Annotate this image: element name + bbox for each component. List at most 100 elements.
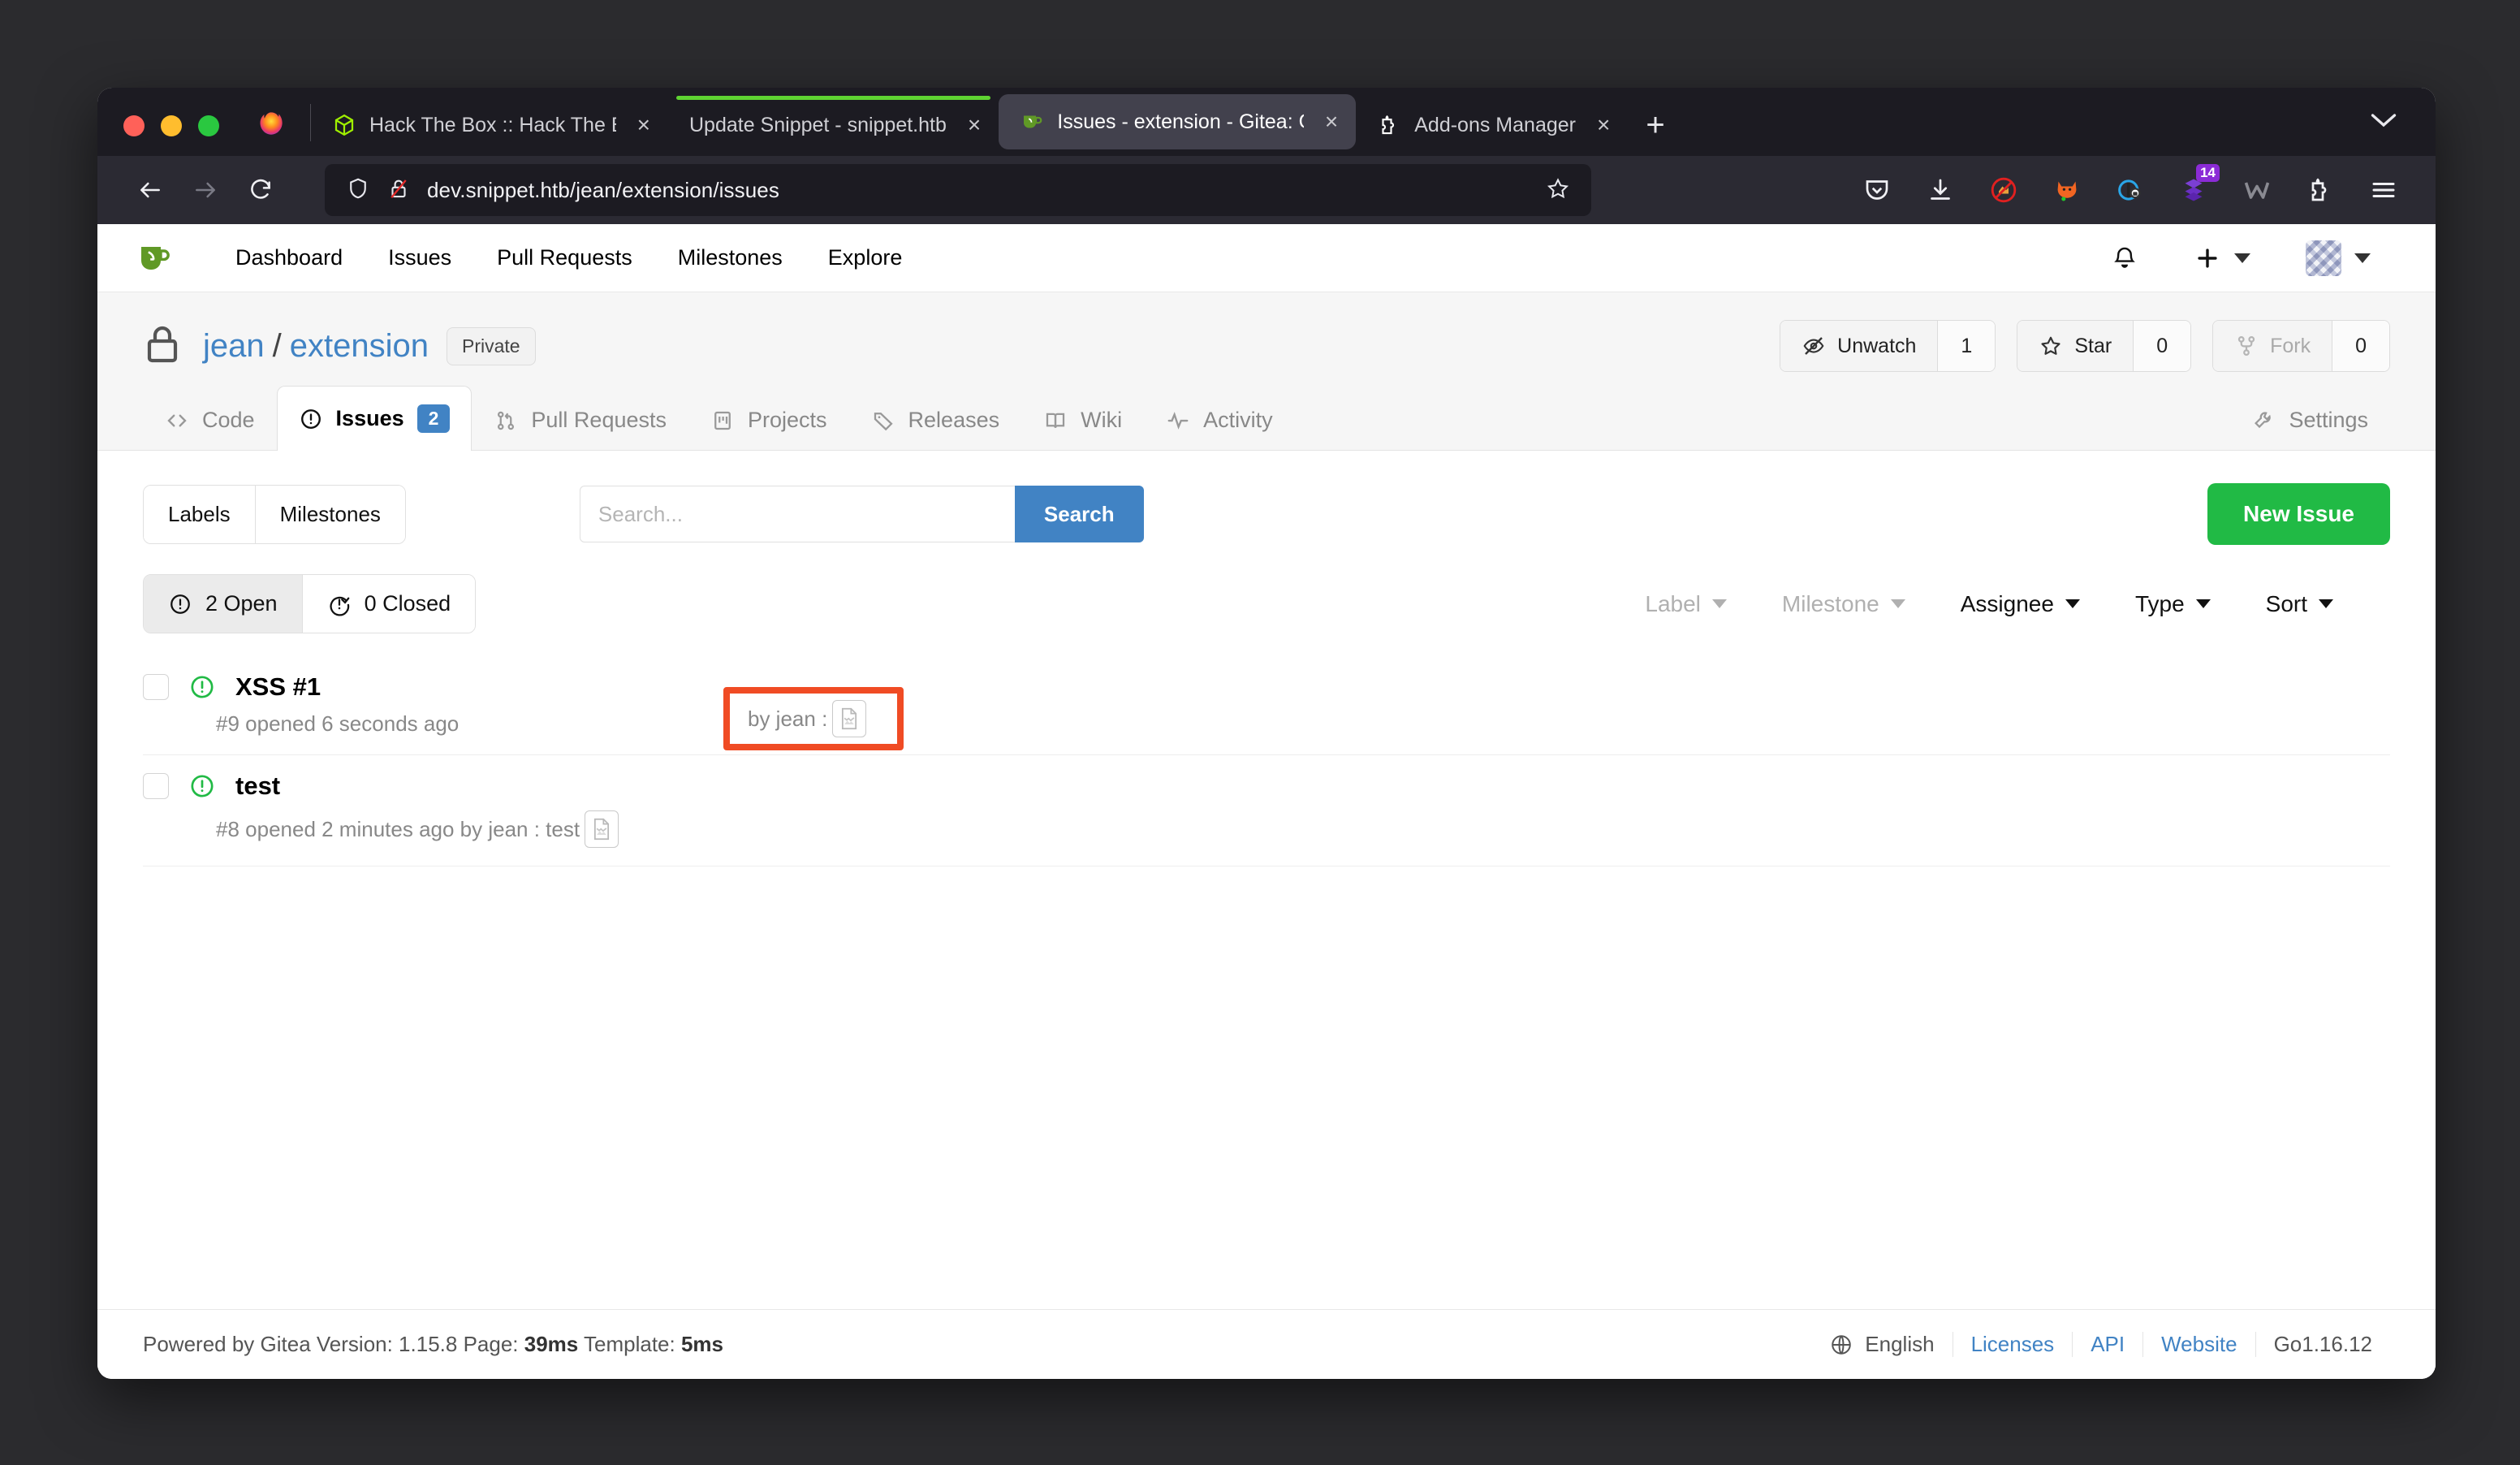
gitea-logo-icon[interactable] xyxy=(135,237,177,279)
shield-icon[interactable] xyxy=(346,176,370,205)
url-text[interactable]: dev.snippet.htb/jean/extension/issues xyxy=(427,178,1530,203)
close-window-button[interactable] xyxy=(123,115,145,136)
user-menu-button[interactable] xyxy=(2278,240,2398,276)
footer-link-licenses[interactable]: Licenses xyxy=(1952,1332,2073,1357)
maximize-window-button[interactable] xyxy=(198,115,219,136)
filter-assignee[interactable]: Assignee xyxy=(1933,591,2108,617)
reload-icon[interactable] xyxy=(235,165,286,215)
gitea-nav-milestones[interactable]: Milestones xyxy=(655,245,805,270)
open-issues-filter[interactable]: 2 Open xyxy=(144,575,302,633)
violentmonkey-icon[interactable]: 14 xyxy=(2177,164,2220,206)
browser-tab-gitea-issues[interactable]: Issues - extension - Gitea: Git wi × xyxy=(999,94,1357,149)
repository-breadcrumb: jean / extension xyxy=(203,328,429,365)
language-selector[interactable]: English xyxy=(1811,1332,1952,1357)
no-adblock-icon[interactable] xyxy=(1987,174,2020,206)
pocket-icon[interactable] xyxy=(1861,174,1893,206)
url-bar[interactable]: dev.snippet.htb/jean/extension/issues xyxy=(325,164,1591,216)
repo-owner-link[interactable]: jean xyxy=(203,328,265,365)
closed-issues-filter[interactable]: 0 Closed xyxy=(301,575,476,633)
unwatch-button[interactable]: Unwatch xyxy=(1780,321,1938,371)
gitea-nav-explore[interactable]: Explore xyxy=(805,245,926,270)
addons-puzzle-icon[interactable] xyxy=(2304,174,2337,206)
labels-button[interactable]: Labels xyxy=(144,485,255,543)
close-tab-button[interactable]: × xyxy=(1325,110,1338,133)
create-new-button[interactable] xyxy=(2166,244,2278,272)
repo-tab-issues[interactable]: Issues 2 xyxy=(276,386,472,451)
issue-meta-text: #9 opened 6 seconds ago xyxy=(216,711,460,736)
browser-tab-update-snippet[interactable]: Update Snippet - snippet.htb × xyxy=(668,94,999,156)
issue-list-item[interactable]: test #8 opened 2 minutes ago by jean : t… xyxy=(143,755,2390,866)
footer-link-website[interactable]: Website xyxy=(2142,1332,2255,1357)
back-arrow-icon[interactable] xyxy=(125,165,175,215)
issue-title-row: test xyxy=(143,771,2390,801)
foxyproxy-icon[interactable] xyxy=(2051,174,2083,206)
chevron-down-icon xyxy=(2195,599,2211,608)
repo-tab-wiki[interactable]: Wiki xyxy=(1021,389,1144,451)
unwatch-label: Unwatch xyxy=(1837,334,1917,357)
fork-button-group[interactable]: Fork 0 xyxy=(2212,320,2390,372)
search-button[interactable]: Search xyxy=(1014,486,1144,542)
watch-button-group[interactable]: Unwatch 1 xyxy=(1780,320,1996,372)
download-icon[interactable] xyxy=(1924,174,1957,206)
broken-image-icon xyxy=(585,810,619,848)
gitea-nav-pull-requests[interactable]: Pull Requests xyxy=(474,245,655,270)
repo-name-link[interactable]: extension xyxy=(290,328,429,365)
issue-meta: #9 opened 6 seconds ago xyxy=(216,711,2390,737)
filter-type[interactable]: Type xyxy=(2108,591,2238,617)
browser-tab-hackthebox[interactable]: Hack The Box :: Hack The Box × xyxy=(311,94,668,156)
fork-button[interactable]: Fork xyxy=(2213,321,2332,371)
issue-opened-icon xyxy=(188,772,216,800)
notifications-bell-icon[interactable] xyxy=(2083,244,2166,272)
visibility-badge: Private xyxy=(446,326,536,365)
repo-tab-pull-requests[interactable]: Pull Requests xyxy=(472,389,688,451)
star-count[interactable]: 0 xyxy=(2133,321,2191,371)
close-tab-button[interactable]: × xyxy=(968,114,981,136)
star-button[interactable]: Star xyxy=(2017,321,2134,371)
watch-count[interactable]: 1 xyxy=(1937,321,1996,371)
menu-icon[interactable] xyxy=(2367,174,2400,206)
bookmark-star-icon[interactable] xyxy=(1546,176,1570,205)
issue-list-item[interactable]: XSS #1 #9 opened 6 seconds ago by jean : xyxy=(143,656,2390,755)
filter-label[interactable]: Label xyxy=(1617,591,1754,617)
repo-tab-projects[interactable]: Projects xyxy=(688,389,849,451)
browser-tab-title: Add-ons Manager xyxy=(1414,113,1576,136)
fork-count[interactable]: 0 xyxy=(2332,321,2389,371)
repo-tab-label: Projects xyxy=(748,408,827,432)
search-input[interactable] xyxy=(579,486,1015,542)
issue-checkbox[interactable] xyxy=(143,674,169,700)
repo-tab-releases[interactable]: Releases xyxy=(849,389,1022,451)
gitea-nav-dashboard[interactable]: Dashboard xyxy=(213,245,365,270)
new-tab-button[interactable]: + xyxy=(1628,109,1687,156)
repo-tab-activity[interactable]: Activity xyxy=(1144,389,1295,451)
footer-go-version: Go1.16.12 xyxy=(2255,1332,2390,1357)
wappalyzer-icon[interactable] xyxy=(2241,174,2273,206)
gitea-navbar: Dashboard Issues Pull Requests Milestone… xyxy=(97,224,2436,292)
forward-arrow-icon[interactable] xyxy=(180,165,231,215)
new-issue-button[interactable]: New Issue xyxy=(2207,483,2390,545)
gitea-nav-issues[interactable]: Issues xyxy=(365,245,474,270)
list-all-tabs-button[interactable] xyxy=(2369,110,2436,156)
browser-tabs: Hack The Box :: Hack The Box × Update Sn… xyxy=(311,88,2369,156)
filter-milestone[interactable]: Milestone xyxy=(1754,591,1933,617)
eye-slash-icon xyxy=(1803,337,1824,355)
globe-icon xyxy=(1832,1334,1852,1355)
star-button-group[interactable]: Star 0 xyxy=(2017,320,2192,372)
issue-checkbox[interactable] xyxy=(143,773,169,799)
gitea-icon xyxy=(1020,110,1044,134)
repo-tab-settings[interactable]: Settings xyxy=(2229,389,2390,451)
milestones-button[interactable]: Milestones xyxy=(254,485,405,543)
close-tab-button[interactable]: × xyxy=(637,114,650,136)
issue-title-link[interactable]: XSS #1 xyxy=(235,672,321,702)
browser-tab-title: Hack The Box :: Hack The Box xyxy=(369,113,616,136)
language-label: English xyxy=(1865,1332,1935,1356)
browser-tab-addons-manager[interactable]: Add-ons Manager × xyxy=(1356,94,1628,156)
issue-title-link[interactable]: test xyxy=(235,771,280,801)
minimize-window-button[interactable] xyxy=(161,115,182,136)
labels-milestones-group: Labels Milestones xyxy=(143,484,406,544)
privacy-badger-icon[interactable] xyxy=(2114,174,2147,206)
repo-tab-code[interactable]: Code xyxy=(143,389,277,451)
close-tab-button[interactable]: × xyxy=(1597,114,1610,136)
insecure-lock-icon[interactable] xyxy=(386,176,411,205)
footer-link-api[interactable]: API xyxy=(2072,1332,2142,1357)
filter-sort[interactable]: Sort xyxy=(2238,591,2361,617)
